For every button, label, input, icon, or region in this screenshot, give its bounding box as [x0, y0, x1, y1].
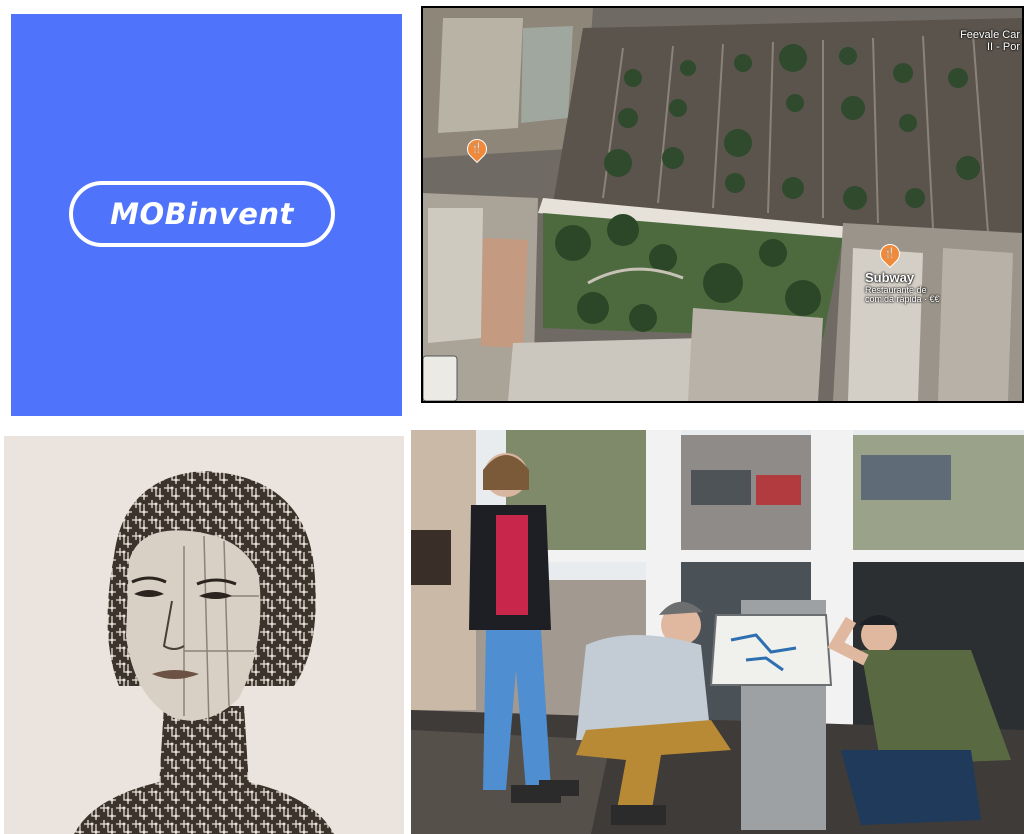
map-corner-label[interactable]: Feevale Car II - Por [960, 29, 1020, 53]
circuit-portrait [4, 436, 404, 834]
logo-badge: MOBinvent [69, 181, 335, 247]
group-photo [411, 430, 1024, 834]
map-imagery [423, 8, 1022, 401]
place-category: Restaurante de comida rápida · €€ [865, 285, 940, 305]
logo-text: MOBinvent [110, 197, 294, 231]
logo-panel: MOBinvent [11, 14, 402, 416]
group-photo-scene [411, 430, 1024, 834]
place-name[interactable]: Subway [865, 271, 914, 285]
satellite-map[interactable]: 🍴 🍴 Feevale Car II - Por Subway Restaura… [421, 6, 1024, 403]
circuit-face-illustration [74, 471, 334, 834]
